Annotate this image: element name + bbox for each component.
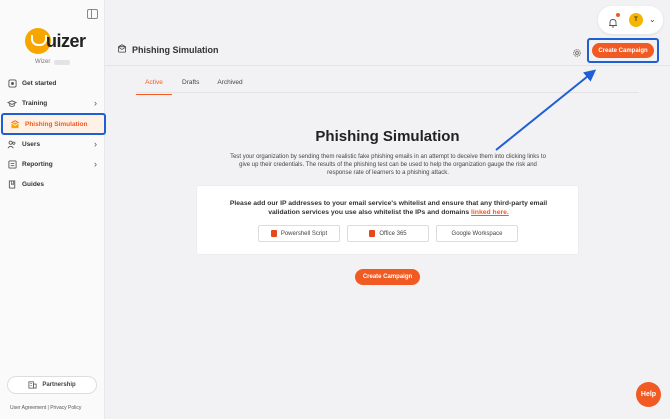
google-workspace-button[interactable]: Google Workspace: [436, 225, 518, 242]
chevron-right-icon: ›: [94, 139, 97, 149]
partnership-label: Partnership: [42, 382, 76, 388]
partnership-button[interactable]: Partnership: [7, 376, 97, 394]
gear-icon[interactable]: [572, 45, 582, 57]
sidebar-item-label: Phishing Simulation: [25, 120, 88, 128]
tabs-divider: [136, 92, 639, 93]
office-logo-icon: [270, 230, 277, 237]
reporting-icon: [7, 159, 17, 169]
org-name: Wizer: [35, 59, 51, 65]
office-365-label: Office 365: [379, 230, 407, 237]
powershell-label: Powershell Script: [280, 230, 328, 237]
sidebar-item-phishing-simulation[interactable]: Phishing Simulation: [1, 113, 106, 135]
create-campaign-button[interactable]: Create Campaign: [592, 43, 654, 58]
logo-text: uizer: [46, 31, 86, 51]
avatar[interactable]: T: [629, 13, 643, 27]
page-title: Phishing Simulation: [117, 44, 219, 55]
office-logo-icon: [369, 230, 376, 237]
page-header: Phishing Simulation: [105, 35, 655, 65]
sidebar-item-label: Get started: [22, 79, 57, 87]
page-title-text: Phishing Simulation: [132, 44, 219, 55]
sidebar-item-label: Users: [22, 140, 41, 148]
collapse-sidebar-icon[interactable]: [87, 9, 98, 19]
whitelist-link[interactable]: linked here.: [471, 209, 509, 216]
chevron-right-icon: ›: [94, 159, 97, 169]
org-name-redacted: [54, 60, 70, 65]
main-description: Test your organization by sending them r…: [230, 154, 546, 176]
chevron-right-icon: ›: [94, 98, 97, 108]
sidebar-item-users[interactable]: Users ›: [0, 134, 105, 154]
phishing-icon: [10, 119, 20, 129]
sidebar-item-reporting[interactable]: Reporting ›: [0, 154, 105, 174]
powershell-script-button[interactable]: Powershell Script: [258, 225, 340, 242]
sidebar: uizer Wizer Get started Training › Phish…: [0, 0, 106, 419]
google-workspace-label: Google Workspace: [451, 230, 503, 237]
create-campaign-highlight: Create Campaign: [587, 38, 659, 63]
notification-dot: [616, 13, 620, 17]
get-started-icon: [7, 78, 17, 88]
create-campaign-main-button[interactable]: Create Campaign: [355, 269, 420, 285]
users-icon: [7, 139, 17, 149]
training-icon: [7, 98, 17, 108]
sidebar-item-get-started[interactable]: Get started: [0, 73, 105, 93]
guides-icon: [7, 179, 17, 189]
header-divider: [105, 65, 670, 66]
wizer-logo: uizer: [25, 28, 86, 58]
whitelist-card: Please add our IP addresses to your emai…: [196, 185, 579, 255]
phishing-icon: [117, 44, 127, 55]
sidebar-item-label: Guides: [22, 180, 45, 188]
sidebar-item-guides[interactable]: Guides: [0, 174, 105, 194]
help-button[interactable]: Help: [636, 382, 661, 407]
sidebar-item-training[interactable]: Training ›: [0, 93, 105, 113]
building-icon: [28, 380, 37, 391]
sidebar-item-label: Training: [22, 99, 48, 107]
footer-links[interactable]: User Agreement | Privacy Policy: [10, 405, 81, 411]
office-365-button[interactable]: Office 365: [347, 225, 429, 242]
whitelist-notice: Please add our IP addresses to your emai…: [217, 199, 560, 217]
chevron-down-icon[interactable]: ⌄: [649, 15, 656, 24]
user-bar: T ⌄: [598, 6, 663, 34]
sidebar-item-label: Reporting: [22, 160, 53, 168]
main-title: Phishing Simulation: [315, 128, 460, 145]
